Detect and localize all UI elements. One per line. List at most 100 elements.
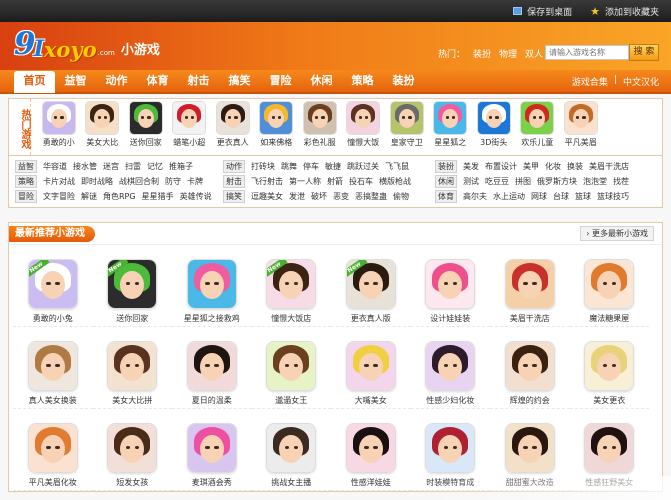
game-thumbnail[interactable] — [425, 423, 476, 473]
category-link[interactable]: 美眉干洗店 — [589, 161, 629, 172]
recommend-game-label[interactable]: 邋遢女王 — [275, 395, 307, 406]
game-thumbnail[interactable] — [345, 341, 396, 391]
recommend-game-label[interactable]: 麦琪酒会秀 — [192, 477, 232, 488]
category-link[interactable]: 迷宫 — [103, 161, 119, 172]
category-link[interactable]: 换装 — [567, 161, 583, 172]
category-tag[interactable]: 策略 — [15, 174, 37, 188]
category-link[interactable]: 偷物 — [393, 191, 409, 202]
category-link[interactable]: 高尔夫 — [463, 191, 487, 202]
game-thumbnail[interactable] — [128, 101, 163, 135]
nav-item-action[interactable]: 动作 — [96, 71, 137, 91]
category-tag[interactable]: 体育 — [435, 190, 457, 204]
category-link[interactable]: 泡泡堂 — [583, 176, 607, 187]
hot-game-label[interactable]: 彩色礼服 — [304, 137, 336, 148]
category-link[interactable]: 美甲 — [523, 161, 539, 172]
category-link[interactable]: 测试 — [463, 176, 479, 187]
category-link[interactable]: 停车 — [303, 161, 319, 172]
recommend-game-item[interactable]: 邋遢女王 — [251, 327, 331, 409]
nav-item-puzzle[interactable]: 益智 — [55, 71, 96, 91]
recommend-game-label[interactable]: 辉煌的约会 — [510, 395, 550, 406]
hot-game-label[interactable]: 憧憬大饭 — [347, 137, 379, 148]
recommend-game-label[interactable]: 星星狐之接救鸡 — [184, 313, 240, 324]
category-link[interactable]: 篮球 — [575, 191, 591, 202]
game-thumbnail[interactable] — [584, 341, 635, 391]
category-link[interactable]: 水上运动 — [493, 191, 525, 202]
recommend-game-item[interactable]: 美眉干洗店 — [490, 245, 570, 327]
hot-link[interactable]: 物理 — [499, 47, 517, 60]
recommend-game-item[interactable]: 夏日的温柔 — [172, 327, 252, 409]
game-thumbnail[interactable] — [27, 341, 78, 391]
hot-game-item[interactable]: 更衣真人 — [211, 99, 255, 155]
hot-game-label[interactable]: 平凡美眉 — [565, 137, 597, 148]
category-link[interactable]: 射箭 — [327, 176, 343, 187]
recommend-game-label[interactable]: 性感少妇化妆 — [426, 395, 474, 406]
category-link[interactable]: 横版枪战 — [379, 176, 411, 187]
category-link[interactable]: 恶搞整蛊 — [355, 191, 387, 202]
game-thumbnail[interactable] — [476, 101, 511, 135]
recommend-game-item[interactable]: New 憧憬大饭店 — [251, 245, 331, 327]
category-link[interactable]: 打砖块 — [251, 161, 275, 172]
nav-item-home[interactable]: 首页 — [14, 71, 55, 93]
hot-game-label[interactable]: 蜡笔小超 — [173, 137, 205, 148]
recommend-game-item[interactable]: 美女大比拼 — [92, 327, 172, 409]
recommend-game-item[interactable]: 魔法糖果屋 — [569, 245, 649, 327]
category-link[interactable]: 防守 — [165, 176, 181, 187]
game-thumbnail[interactable]: New — [266, 259, 317, 309]
hot-game-label[interactable]: 勇敢的小 — [43, 137, 75, 148]
site-logo[interactable]: 9I xoyo .com 小游戏 — [14, 29, 160, 61]
category-link[interactable]: 飞飞鼠 — [385, 161, 409, 172]
recommend-game-item[interactable]: New 送你回家 — [92, 245, 172, 327]
recommend-game-label[interactable]: 短发女孩 — [116, 477, 148, 488]
category-tag[interactable]: 休闲 — [435, 174, 457, 188]
game-thumbnail[interactable] — [425, 259, 476, 309]
hot-game-item[interactable]: 送你回家 — [124, 99, 168, 155]
category-link[interactable]: 逗趣美女 — [251, 191, 283, 202]
hot-game-item[interactable]: 平凡美眉 — [559, 99, 603, 155]
recommend-game-item[interactable]: 大嘴美女 — [331, 327, 411, 409]
recommend-game-label[interactable]: 更衣真人版 — [351, 313, 391, 324]
hot-game-item[interactable]: 3D街头 — [472, 99, 516, 155]
hot-game-item[interactable]: 星星狐之 — [429, 99, 473, 155]
category-tag[interactable]: 装扮 — [435, 159, 457, 173]
more-games-button[interactable]: › 更多最新小游戏 — [580, 226, 654, 241]
recommend-game-item[interactable]: New 勇敢的小兔 — [13, 245, 93, 327]
game-thumbnail[interactable]: New — [345, 259, 396, 309]
game-thumbnail[interactable] — [563, 101, 598, 135]
recommend-game-label[interactable]: 魔法糖果屋 — [589, 313, 629, 324]
category-link[interactable]: 台球 — [553, 191, 569, 202]
recommend-game-label[interactable]: 美眉干洗店 — [510, 313, 550, 324]
hot-game-item[interactable]: 美女大比 — [81, 99, 125, 155]
category-link[interactable]: 敏捷 — [325, 161, 341, 172]
recommend-game-item[interactable]: 星星狐之接救鸡 — [172, 245, 252, 327]
nav-item-funny[interactable]: 搞笑 — [219, 71, 260, 91]
game-thumbnail[interactable] — [504, 341, 555, 391]
hot-game-label[interactable]: 星星狐之 — [434, 137, 466, 148]
category-link[interactable]: 卡片对战 — [43, 176, 75, 187]
hot-game-item[interactable]: 彩色礼服 — [298, 99, 342, 155]
category-link[interactable]: 恶变 — [333, 191, 349, 202]
category-link[interactable]: 记忆 — [147, 161, 163, 172]
category-link[interactable]: 投石车 — [349, 176, 373, 187]
recommend-game-item[interactable]: New 更衣真人版 — [331, 245, 411, 327]
recommend-game-item[interactable]: 美女更衣 — [569, 327, 649, 409]
nav-item-casual[interactable]: 休闲 — [301, 71, 342, 91]
recommend-game-item[interactable]: 挑战女主播 — [251, 409, 331, 491]
recommend-game-label[interactable]: 夏日的温柔 — [192, 395, 232, 406]
category-link[interactable]: 化妆 — [545, 161, 561, 172]
recommend-game-item[interactable]: 平凡美眉化妆 — [13, 409, 93, 491]
nav-item-dressup[interactable]: 装扮 — [383, 71, 424, 91]
recommend-game-label[interactable]: 送你回家 — [116, 313, 148, 324]
recommend-game-label[interactable]: 真人美女换装 — [29, 395, 77, 406]
chinese-localized-link[interactable]: 中文汉化 — [623, 75, 659, 88]
add-favorite-link[interactable]: ★ 添加到收藏夹 — [590, 5, 659, 18]
recommend-game-label[interactable]: 憧憬大饭店 — [271, 313, 311, 324]
hot-game-item[interactable]: 欢乐儿童 — [516, 99, 560, 155]
game-thumbnail[interactable] — [266, 341, 317, 391]
category-link[interactable]: 网球 — [531, 191, 547, 202]
game-thumbnail[interactable] — [520, 101, 555, 135]
hot-link[interactable]: 双人 — [525, 47, 543, 60]
recommend-game-label[interactable]: 性感洋娃娃 — [351, 477, 391, 488]
category-link[interactable]: 文字冒险 — [43, 191, 75, 202]
recommend-game-item[interactable]: 辉煌的约会 — [490, 327, 570, 409]
recommend-game-item[interactable]: 性感洋娃娃 — [331, 409, 411, 491]
